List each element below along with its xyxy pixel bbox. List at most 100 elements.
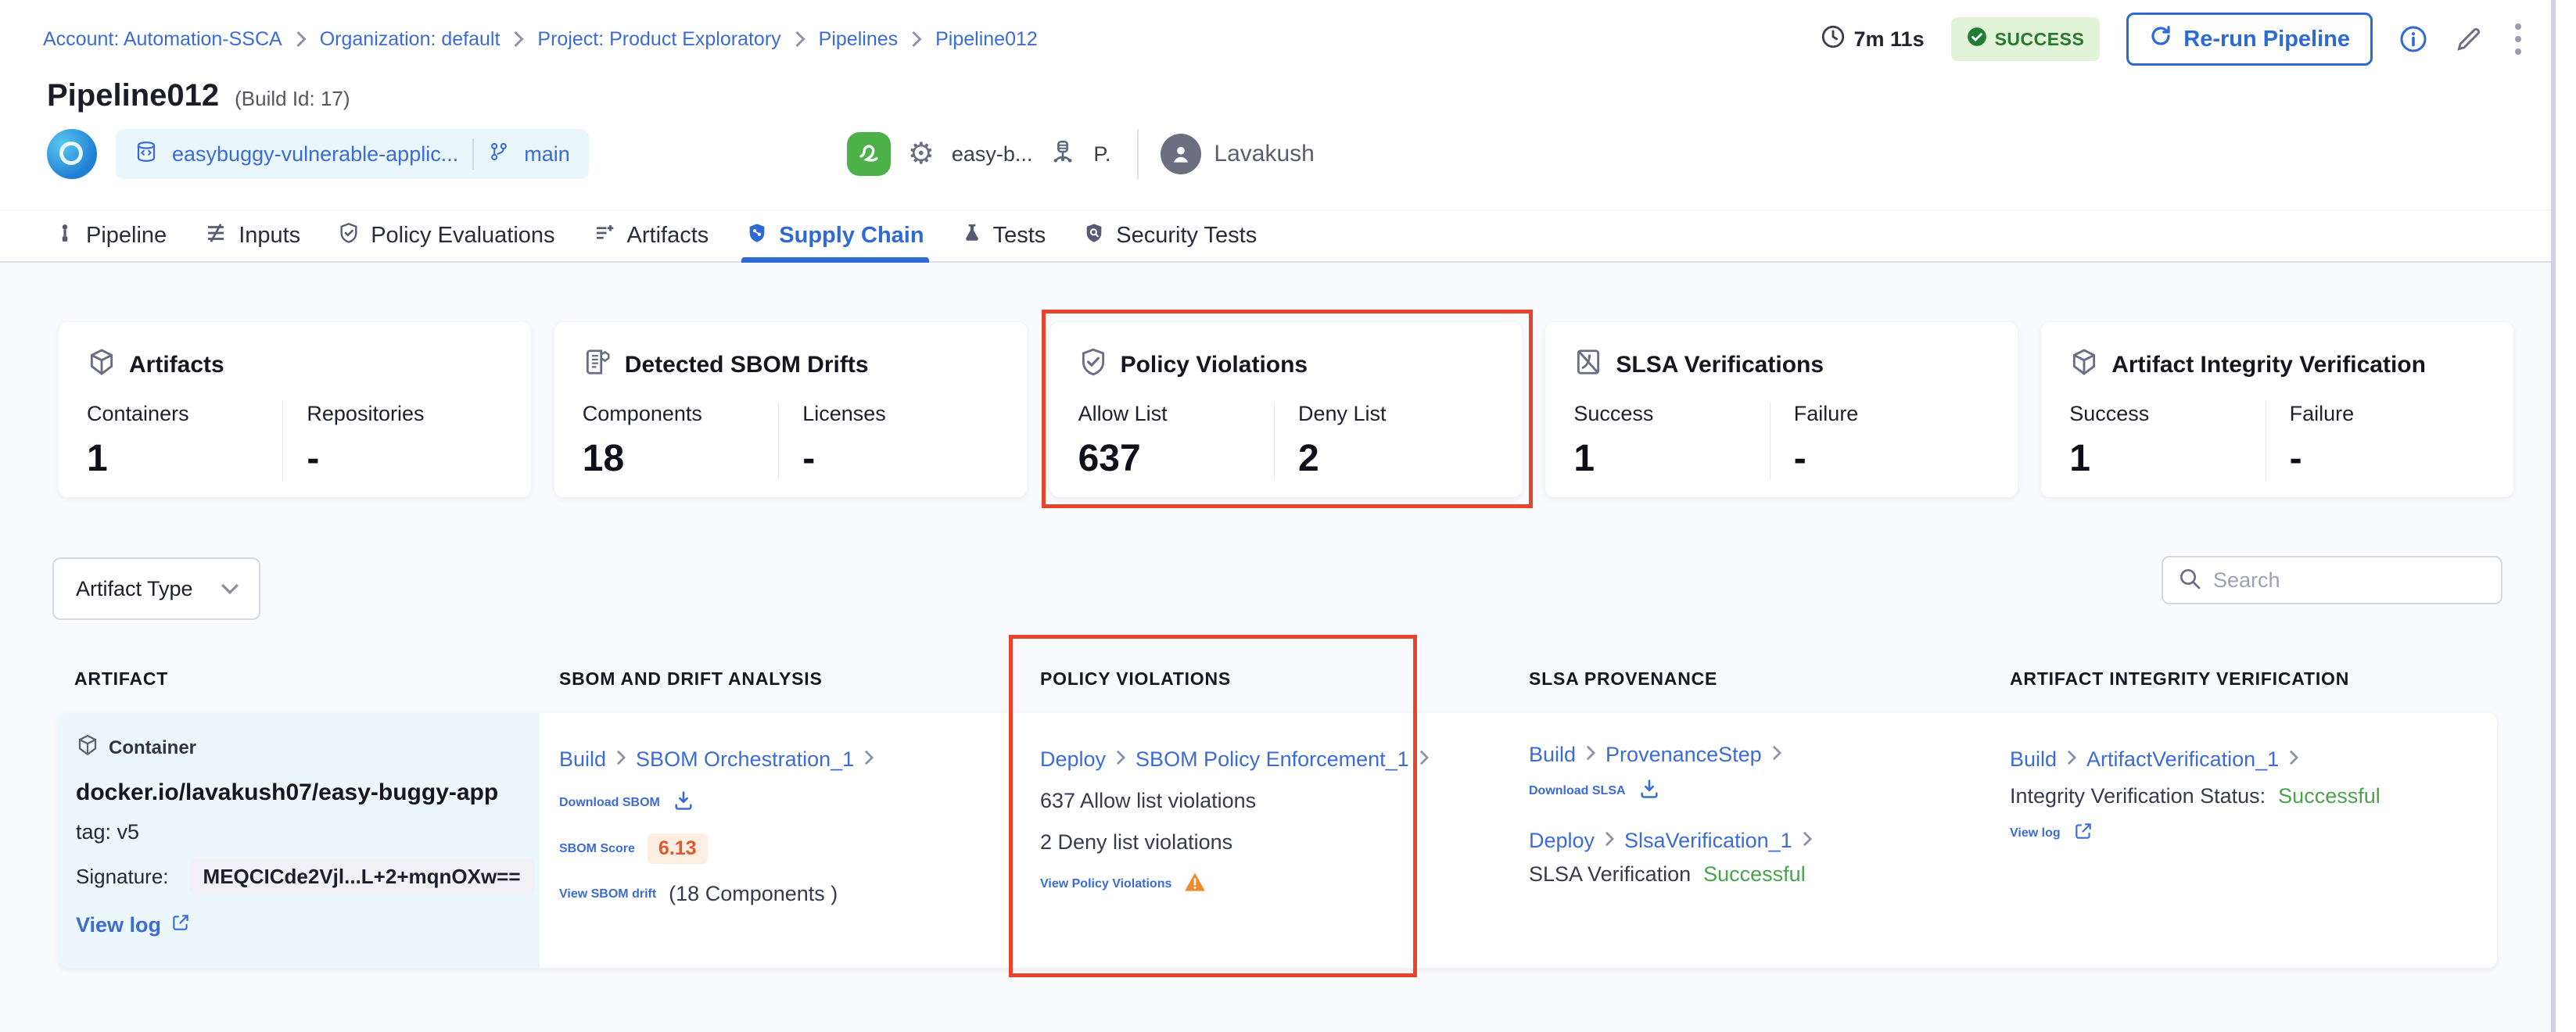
- chevron-down-icon: [220, 577, 240, 601]
- search-input[interactable]: [2213, 568, 2487, 593]
- page-title: Pipeline012: [47, 78, 219, 113]
- column-header-slsa-provenance: SLSA PROVENANCE: [1529, 668, 1717, 690]
- chevron-right-icon: [1115, 747, 1126, 772]
- slsa-step2-link[interactable]: SlsaVerification_1: [1624, 829, 1792, 853]
- view-log-link[interactable]: View log: [2010, 826, 2061, 840]
- artifact-type-badge: Container: [76, 733, 521, 762]
- info-icon[interactable]: [2399, 25, 2427, 53]
- external-link-icon: [2073, 821, 2093, 845]
- user-avatar: [1161, 134, 1201, 174]
- search-box[interactable]: [2162, 556, 2502, 604]
- integrity-step-link[interactable]: ArtifactVerification_1: [2086, 747, 2279, 772]
- column-header-artifact-integrity: ARTIFACT INTEGRITY VERIFICATION: [2010, 668, 2349, 690]
- card-slsa-verifications: SLSA Verifications Success1 Failure-: [1545, 322, 2018, 497]
- policy-step-link[interactable]: SBOM Policy Enforcement_1: [1136, 747, 1409, 772]
- shield-check-icon: [1078, 347, 1108, 383]
- trigger-name[interactable]: easy-b...: [952, 142, 1033, 167]
- artifact-tag: tag: v5: [76, 820, 521, 844]
- view-log-link[interactable]: View log: [76, 913, 161, 937]
- download-icon: [1638, 778, 1660, 804]
- package-icon: [87, 347, 117, 383]
- package-icon: [2069, 347, 2099, 383]
- sbom-stage-link[interactable]: Build: [559, 747, 606, 772]
- chevron-right-icon: [794, 30, 806, 48]
- tab-security-tests[interactable]: Security Tests: [1083, 210, 1257, 261]
- chevron-right-icon: [2288, 747, 2299, 772]
- branch-name[interactable]: main: [524, 142, 570, 167]
- chevron-right-icon: [1604, 829, 1615, 853]
- slsa-stage1-link[interactable]: Build: [1529, 743, 1576, 767]
- breadcrumb-project[interactable]: Project: Product Exploratory: [537, 28, 780, 51]
- execution-tabbar: Pipeline Inputs Policy Evaluations Artif…: [0, 210, 2576, 263]
- breadcrumb-account[interactable]: Account: Automation-SSCA: [43, 28, 282, 51]
- card-artifact-integrity: Artifact Integrity Verification Success1…: [2041, 322, 2513, 497]
- supply-chain-shield-icon: [746, 221, 768, 251]
- policy-stage-link[interactable]: Deploy: [1040, 747, 1106, 772]
- artifacts-list-icon: [593, 221, 616, 251]
- tab-pipeline[interactable]: Pipeline: [55, 210, 167, 261]
- clock-icon: [1820, 23, 1846, 56]
- sbom-cell: Build SBOM Orchestration_1 Download SBOM…: [559, 713, 997, 968]
- slsa-provenance-cell: Build ProvenanceStep Download SLSA Deplo…: [1529, 713, 1967, 968]
- execution-meta-row: easybuggy-vulnerable-applic... main ⚙ ea…: [47, 124, 2482, 185]
- download-slsa-link[interactable]: Download SLSA: [1529, 784, 1626, 798]
- tab-tests[interactable]: Tests: [962, 210, 1046, 261]
- warning-triangle-icon: [1184, 872, 1206, 896]
- artifact-cell: Container docker.io/lavakush07/easy-bugg…: [59, 713, 540, 968]
- chevron-right-icon: [295, 30, 307, 48]
- edit-pencil-icon[interactable]: [2454, 24, 2484, 54]
- tab-policy-evaluations[interactable]: Policy Evaluations: [338, 210, 554, 261]
- card-policy-violations: Policy Violations Allow List637 Deny Lis…: [1050, 322, 1523, 497]
- build-id-label: (Build Id: 17): [235, 87, 350, 111]
- slsa-step1-link[interactable]: ProvenanceStep: [1606, 743, 1762, 767]
- supply-chain-page: Account: Automation-SSCA Organization: d…: [0, 0, 2576, 1032]
- repository-icon: [135, 139, 158, 170]
- download-sbom-link[interactable]: Download SBOM: [559, 796, 660, 810]
- more-options-icon[interactable]: [2510, 19, 2526, 59]
- refresh-icon: [2149, 24, 2172, 54]
- sbom-score-link[interactable]: SBOM Score: [559, 842, 635, 856]
- chevron-right-icon: [1585, 743, 1596, 767]
- signature-value[interactable]: MEQCICde2Vjl...L+2+mqnOXw==: [189, 858, 535, 895]
- tab-inputs[interactable]: Inputs: [204, 210, 300, 261]
- pill-divider: [472, 138, 474, 170]
- repo-branch-pill[interactable]: easybuggy-vulnerable-applic... main: [116, 129, 589, 179]
- rerun-pipeline-button[interactable]: Re-run Pipeline: [2126, 13, 2373, 66]
- inputs-icon: [204, 221, 228, 251]
- integrity-stage-link[interactable]: Build: [2010, 747, 2057, 772]
- chevron-right-icon: [910, 30, 923, 48]
- sbom-scroll-icon: [583, 347, 612, 383]
- view-policy-violations-link[interactable]: View Policy Violations: [1040, 877, 1171, 891]
- repo-name[interactable]: easybuggy-vulnerable-applic...: [172, 142, 458, 167]
- tab-supply-chain[interactable]: Supply Chain: [746, 210, 924, 261]
- chevron-right-icon: [615, 747, 626, 772]
- summary-cards: Artifacts Containers1 Repositories- Dete…: [59, 322, 2513, 497]
- chevron-right-icon: [1802, 829, 1813, 853]
- breadcrumb-organization[interactable]: Organization: default: [320, 28, 500, 51]
- view-sbom-drift-link[interactable]: View SBOM drift: [559, 887, 656, 901]
- tab-artifacts[interactable]: Artifacts: [593, 210, 709, 261]
- breadcrumb-pipelines[interactable]: Pipelines: [819, 28, 898, 51]
- top-bar-actions: 7m 11s SUCCESS Re-run Pipeline: [1820, 13, 2527, 66]
- artifact-type-dropdown[interactable]: Artifact Type: [52, 557, 260, 620]
- signature-label: Signature:: [76, 865, 169, 889]
- supply-chain-content: Artifacts Containers1 Repositories- Dete…: [0, 263, 2576, 1032]
- policy-violations-cell: Deploy SBOM Policy Enforcement_1 637 All…: [1040, 713, 1447, 968]
- slsa-verification-status: Successful: [1703, 862, 1806, 887]
- chevron-right-icon: [1419, 747, 1430, 772]
- execution-duration: 7m 11s: [1820, 23, 1925, 56]
- page-title-row: Pipeline012 (Build Id: 17): [47, 78, 350, 113]
- git-branch-icon: [488, 140, 510, 169]
- security-shield-icon: [1083, 221, 1105, 251]
- slsa-verification-label: SLSA Verification: [1529, 862, 1691, 887]
- table-row: Container docker.io/lavakush07/easy-bugg…: [59, 713, 2497, 968]
- breadcrumb-pipeline012[interactable]: Pipeline012: [935, 28, 1038, 51]
- execution-source-icon: [47, 129, 97, 179]
- sbom-step-link[interactable]: SBOM Orchestration_1: [636, 747, 854, 772]
- chevron-right-icon: [863, 747, 874, 772]
- scrollbar[interactable]: [2551, 0, 2576, 1032]
- deny-list-violations: 2 Deny list violations: [1040, 830, 1447, 855]
- gear-icon: ⚙: [908, 139, 935, 169]
- card-sbom-drifts: Detected SBOM Drifts Components18 Licens…: [554, 322, 1027, 497]
- slsa-stage2-link[interactable]: Deploy: [1529, 829, 1595, 853]
